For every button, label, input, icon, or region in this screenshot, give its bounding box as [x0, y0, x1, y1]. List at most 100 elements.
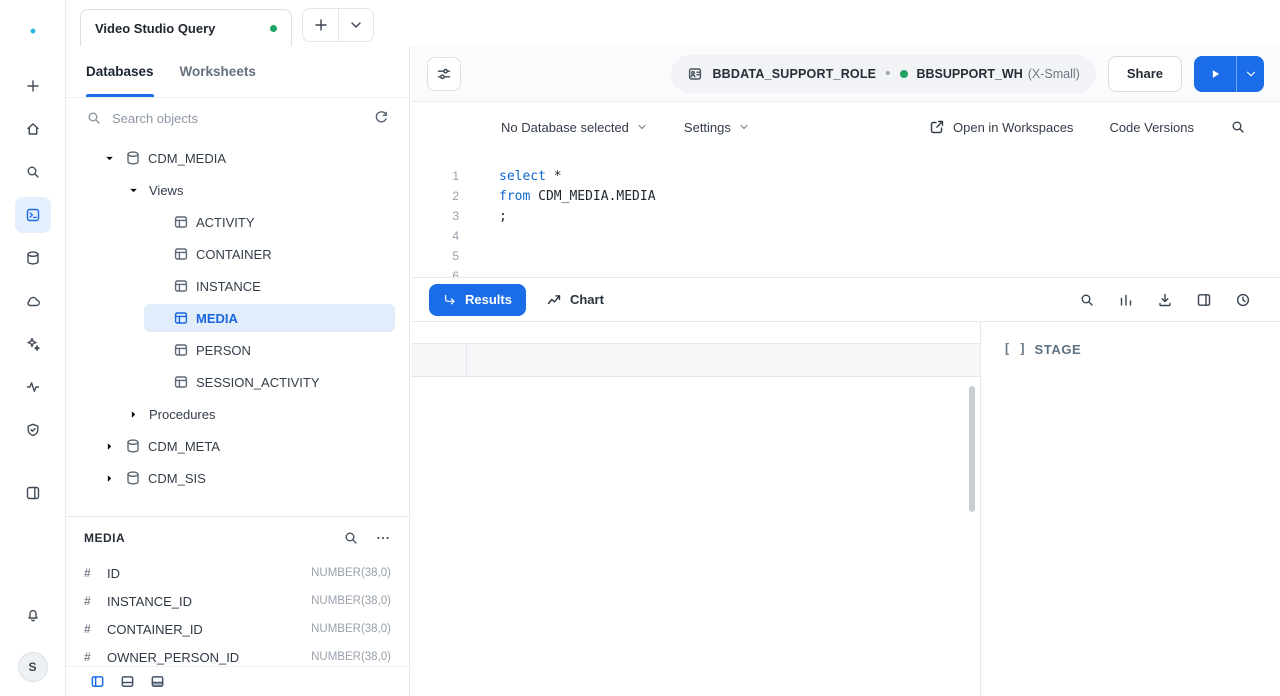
download-results-button[interactable]	[1150, 285, 1180, 315]
worksheet-toolbar: BBDATA_SUPPORT_ROLE • BBSUPPORT_WH (X-Sm…	[411, 46, 1280, 102]
tab-worksheets[interactable]: Worksheets	[180, 46, 256, 97]
tree-item-views[interactable]: Views	[66, 174, 409, 206]
tab-databases[interactable]: Databases	[86, 46, 154, 97]
tree-item-container[interactable]: CONTAINER	[66, 238, 409, 270]
user-avatar[interactable]: S	[18, 652, 48, 682]
tree-item-instance[interactable]: INSTANCE	[66, 270, 409, 302]
nav-panels-button[interactable]	[15, 475, 51, 511]
editor-line-1[interactable]: 1select *	[411, 166, 1280, 186]
tab-list-button[interactable]	[338, 9, 373, 41]
editor-line-3[interactable]: 3;	[411, 206, 1280, 226]
object-columns-list: #IDNUMBER(38,0)#INSTANCE_IDNUMBER(38,0)#…	[66, 559, 409, 666]
nav-plus-button[interactable]	[15, 68, 51, 104]
new-worksheet-button[interactable]	[303, 9, 338, 41]
database-selector-label: No Database selected	[501, 120, 629, 135]
cell-detail-panel: [ ] STAGE	[980, 322, 1280, 696]
chevron-down-icon[interactable]	[127, 184, 142, 197]
role-icon	[687, 66, 703, 82]
nav-search-button[interactable]	[15, 154, 51, 190]
editor-line-2[interactable]: 2from CDM_MEDIA.MEDIA	[411, 186, 1280, 206]
column-name: ID	[107, 566, 120, 581]
chevron-down-icon[interactable]	[103, 152, 118, 165]
database-icon	[25, 250, 41, 266]
refresh-icon[interactable]	[373, 110, 389, 126]
chart-tab[interactable]: Chart	[538, 284, 612, 316]
tab-actions	[302, 8, 374, 42]
share-button[interactable]: Share	[1108, 56, 1182, 92]
chevron-right-icon[interactable]	[103, 440, 118, 453]
run-options-button[interactable]	[1236, 56, 1264, 92]
object-column-container_id[interactable]: #CONTAINER_IDNUMBER(38,0)	[66, 615, 409, 643]
nav-worksheets-button[interactable]	[15, 197, 51, 233]
nav-database-button[interactable]	[15, 240, 51, 276]
snowflake-logo[interactable]	[16, 14, 50, 48]
variant-brackets-icon: [ ]	[1003, 342, 1026, 357]
results-tab[interactable]: Results	[429, 284, 526, 316]
columns-button[interactable]	[1111, 285, 1141, 315]
tree-item-cdm_meta[interactable]: CDM_META	[66, 430, 409, 462]
object-column-owner_person_id[interactable]: #OWNER_PERSON_IDNUMBER(38,0)	[66, 643, 409, 666]
open-in-workspaces-label: Open in Workspaces	[953, 120, 1073, 135]
column-name: OWNER_PERSON_ID	[107, 650, 239, 665]
context-selector[interactable]: BBDATA_SUPPORT_ROLE • BBSUPPORT_WH (X-Sm…	[671, 55, 1095, 93]
nav-sparkles-button[interactable]	[15, 326, 51, 362]
chevron-right-icon[interactable]	[103, 472, 118, 485]
editor-search-icon[interactable]	[1230, 119, 1246, 135]
tree-item-label: SESSION_ACTIVITY	[196, 375, 320, 390]
nav-cloud-button[interactable]	[15, 283, 51, 319]
nav-shield-button[interactable]	[15, 412, 51, 448]
object-column-instance_id[interactable]: #INSTANCE_IDNUMBER(38,0)	[66, 587, 409, 615]
external-link-icon	[929, 119, 945, 135]
sql-editor[interactable]: 1select *2from CDM_MEDIA.MEDIA3;456	[411, 152, 1280, 277]
sql-code: ;	[459, 209, 507, 224]
tree-item-cdm_sis[interactable]: CDM_SIS	[66, 462, 409, 494]
database-selector-dropdown[interactable]: No Database selected	[501, 120, 648, 135]
nav-home-button[interactable]	[15, 111, 51, 147]
toggle-panel-button[interactable]	[1189, 285, 1219, 315]
object-panel-header: MEDIA	[66, 517, 409, 559]
tree-item-person[interactable]: PERSON	[66, 334, 409, 366]
tree-item-label: INSTANCE	[196, 279, 261, 294]
sliders-icon	[436, 66, 452, 82]
notifications-button[interactable]	[15, 597, 51, 633]
tree-item-cdm_media[interactable]: CDM_MEDIA	[66, 142, 409, 174]
table-vertical-scrollbar[interactable]	[969, 386, 975, 512]
search-objects-input[interactable]	[112, 111, 363, 126]
layout-editor-icon[interactable]	[90, 674, 105, 689]
open-in-workspaces-link[interactable]: Open in Workspaces	[929, 119, 1073, 135]
sql-code: select *	[459, 169, 562, 184]
side-panel-icon	[1196, 292, 1212, 308]
plus-icon	[313, 17, 329, 33]
history-clock-icon	[1235, 292, 1251, 308]
database-icon	[125, 470, 141, 486]
results-body: [ ] STAGE	[411, 322, 1280, 696]
tree-item-activity[interactable]: ACTIVITY	[66, 206, 409, 238]
tree-item-label: PERSON	[196, 343, 251, 358]
settings-dropdown[interactable]: Settings	[684, 120, 750, 135]
line-number: 3	[411, 209, 459, 223]
cloud-icon	[25, 293, 41, 309]
search-results-button[interactable]	[1072, 285, 1102, 315]
code-versions-link[interactable]: Code Versions	[1109, 120, 1194, 135]
nav-activity-button[interactable]	[15, 369, 51, 405]
run-query-button[interactable]	[1194, 56, 1236, 92]
query-history-button[interactable]	[1228, 285, 1258, 315]
layout-split-icon[interactable]	[120, 674, 135, 689]
editor-line-4[interactable]: 4	[411, 226, 1280, 246]
editor-line-6[interactable]: 6	[411, 266, 1280, 277]
layout-results-icon[interactable]	[150, 674, 165, 689]
object-search-icon[interactable]	[343, 530, 359, 546]
warehouse-size: (X-Small)	[1028, 67, 1080, 81]
view-icon	[173, 374, 189, 390]
object-column-id[interactable]: #IDNUMBER(38,0)	[66, 559, 409, 587]
tree-item-procedures[interactable]: Procedures	[66, 398, 409, 430]
chevron-right-icon[interactable]	[127, 408, 142, 421]
more-options-icon[interactable]	[375, 530, 391, 546]
warehouse-status-dot	[900, 70, 908, 78]
sql-code: from CDM_MEDIA.MEDIA	[459, 189, 656, 204]
tree-item-session_activity[interactable]: SESSION_ACTIVITY	[66, 366, 409, 398]
format-query-button[interactable]	[427, 57, 461, 91]
worksheet-tab[interactable]: Video Studio Query	[80, 9, 292, 46]
editor-line-5[interactable]: 5	[411, 246, 1280, 266]
tree-item-media[interactable]: MEDIA	[66, 302, 409, 334]
